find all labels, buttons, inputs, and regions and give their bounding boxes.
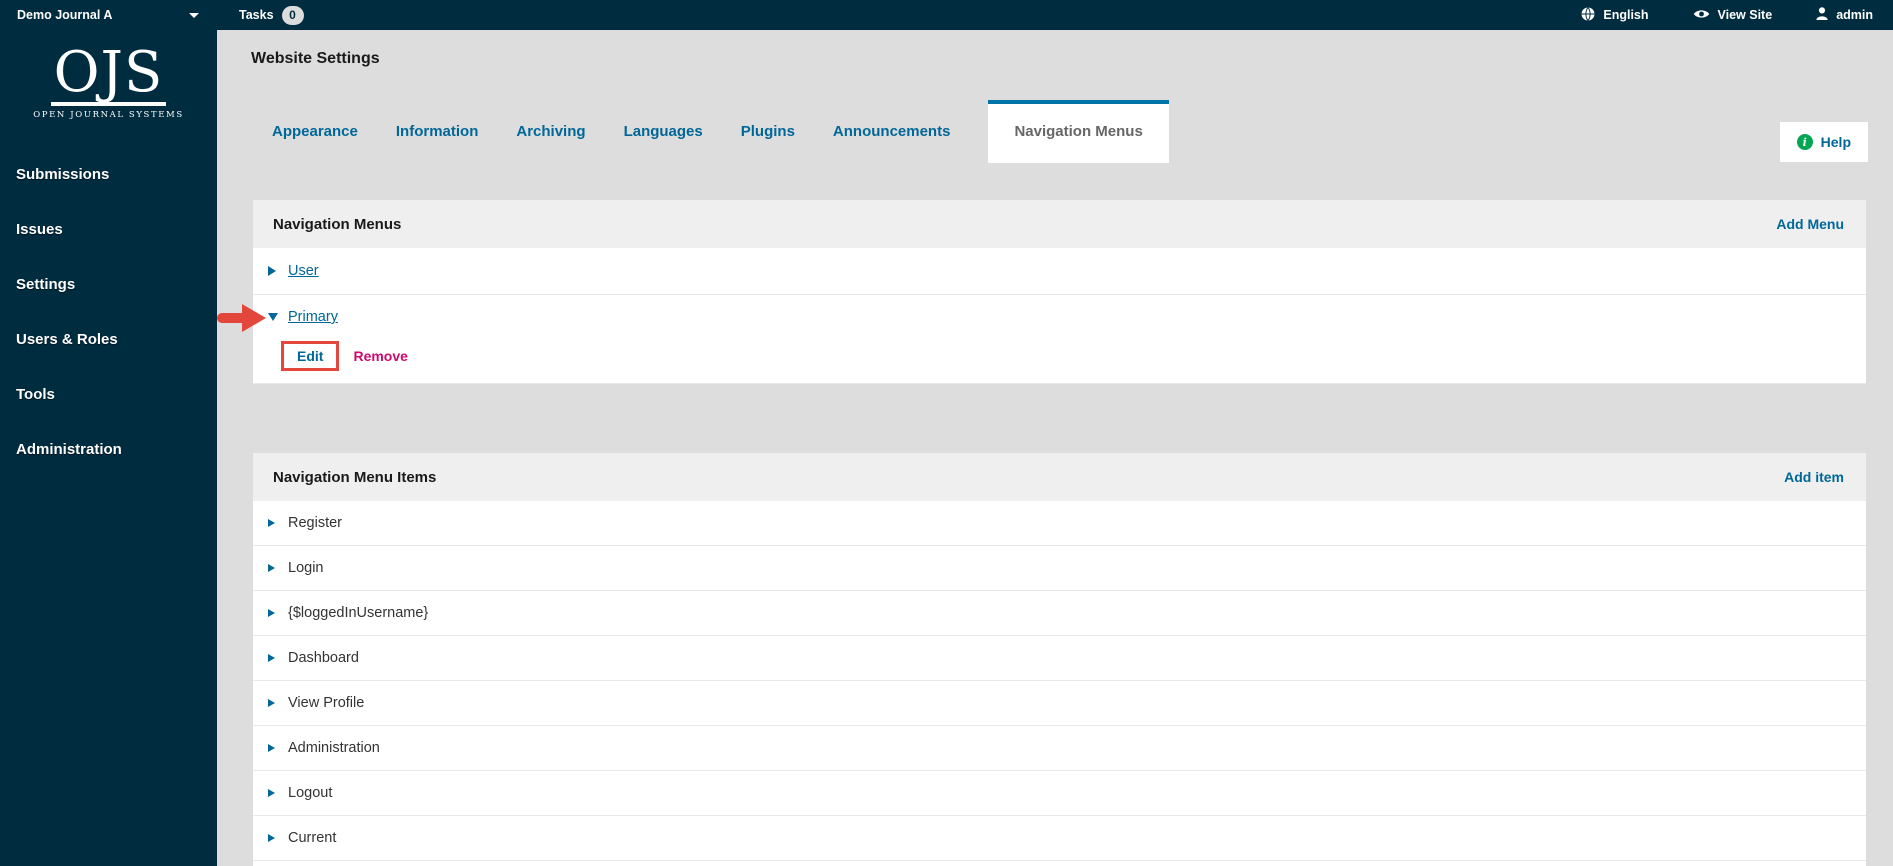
expand-triangle-icon[interactable] (268, 654, 275, 662)
user-icon (1816, 7, 1828, 23)
help-label: Help (1820, 134, 1851, 150)
tab-languages[interactable]: Languages (624, 123, 703, 163)
journal-name: Demo Journal A (17, 8, 113, 22)
tasks-label: Tasks (239, 8, 274, 22)
expand-triangle-icon[interactable] (268, 564, 275, 572)
ojs-logo: OJS OPEN JOURNAL SYSTEMS (0, 44, 217, 120)
item-row-current: Current (253, 816, 1866, 861)
user-menu[interactable]: admin (1816, 7, 1873, 23)
sidebar-nav: Submissions Issues Settings Users & Role… (0, 166, 217, 459)
expand-triangle-icon[interactable] (268, 609, 275, 617)
annotation-highlight-box: Edit (281, 341, 340, 371)
tab-information[interactable]: Information (396, 123, 479, 163)
add-item-button[interactable]: Add item (1784, 469, 1844, 485)
navigation-menus-panel-header: Navigation Menus Add Menu (253, 200, 1866, 248)
item-row-register: Register (253, 501, 1866, 546)
primary-menu-actions: Edit Remove (253, 339, 1866, 383)
view-site-label: View Site (1717, 8, 1773, 22)
expand-triangle-icon[interactable] (268, 266, 276, 276)
menu-row-user: User (253, 248, 1866, 295)
expand-triangle-icon[interactable] (268, 789, 275, 797)
tab-plugins[interactable]: Plugins (741, 123, 795, 163)
tasks-button[interactable]: Tasks 0 (239, 5, 304, 25)
tab-appearance[interactable]: Appearance (272, 123, 358, 163)
tab-archiving[interactable]: Archiving (516, 123, 585, 163)
sidebar-item-users-roles[interactable]: Users & Roles (16, 331, 217, 349)
language-label: English (1603, 8, 1649, 22)
navigation-menu-items-panel: Navigation Menu Items Add item Register … (253, 453, 1866, 866)
remove-menu-button[interactable]: Remove (353, 348, 407, 364)
tasks-count-badge: 0 (281, 5, 304, 25)
expand-triangle-icon[interactable] (268, 834, 275, 842)
expand-triangle-icon[interactable] (268, 744, 275, 752)
item-row-loggedinusername: {$loggedInUsername} (253, 591, 1866, 636)
ojs-logo-text: OJS (50, 44, 167, 107)
tab-announcements[interactable]: Announcements (833, 123, 951, 163)
sidebar-item-settings[interactable]: Settings (16, 276, 217, 294)
sidebar-item-submissions[interactable]: Submissions (16, 166, 217, 184)
item-row-dashboard: Dashboard (253, 636, 1866, 681)
item-row-logout: Logout (253, 771, 1866, 816)
edit-menu-button[interactable]: Edit (284, 344, 336, 368)
help-button[interactable]: i Help (1779, 122, 1868, 162)
globe-icon (1581, 6, 1595, 24)
item-row-view-profile: View Profile (253, 681, 1866, 726)
view-site-link[interactable]: View Site (1693, 8, 1773, 23)
topbar-right-group: English View Site admin (1581, 6, 1893, 24)
add-menu-button[interactable]: Add Menu (1776, 216, 1844, 232)
menu-link-user[interactable]: User (288, 263, 319, 279)
info-icon: i (1796, 134, 1813, 150)
tab-navigation-menus[interactable]: Navigation Menus (988, 100, 1169, 163)
eye-icon (1693, 8, 1710, 23)
sidebar-item-administration[interactable]: Administration (16, 441, 217, 459)
journal-switcher[interactable]: Demo Journal A (0, 0, 217, 30)
chevron-down-icon (189, 12, 199, 18)
navigation-menu-items-panel-header: Navigation Menu Items Add item (253, 453, 1866, 501)
navigation-menus-panel: Navigation Menus Add Menu User Primary E… (253, 200, 1866, 384)
navigation-menu-items-title: Navigation Menu Items (273, 468, 437, 486)
expand-triangle-icon[interactable] (268, 519, 275, 527)
menu-row-primary: Primary Edit Remove (253, 295, 1866, 384)
language-menu[interactable]: English (1581, 6, 1649, 24)
main-content: Website Settings Appearance Information … (217, 30, 1893, 866)
navigation-menus-title: Navigation Menus (273, 215, 402, 233)
expand-triangle-icon[interactable] (268, 699, 275, 707)
item-row-login: Login (253, 546, 1866, 591)
item-row-administration: Administration (253, 726, 1866, 771)
ojs-logo-tagline: OPEN JOURNAL SYSTEMS (33, 110, 184, 121)
collapse-triangle-icon[interactable] (268, 313, 278, 321)
sidebar: OJS OPEN JOURNAL SYSTEMS Submissions Iss… (0, 30, 217, 866)
top-bar: Demo Journal A Tasks 0 English View Site… (0, 0, 1893, 30)
sidebar-item-tools[interactable]: Tools (16, 386, 217, 404)
username-label: admin (1836, 8, 1873, 22)
sidebar-item-issues[interactable]: Issues (16, 221, 217, 239)
settings-tabbar: Appearance Information Archiving Languag… (272, 75, 1169, 163)
page-title: Website Settings (251, 50, 380, 67)
menu-link-primary[interactable]: Primary (288, 309, 338, 325)
